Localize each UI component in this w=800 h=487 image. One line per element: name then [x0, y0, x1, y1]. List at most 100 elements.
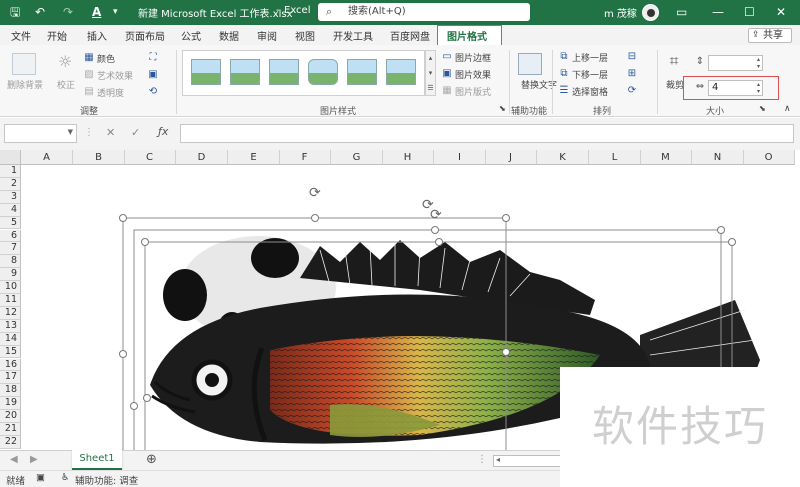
send-backward-button[interactable]: 下移一层 [572, 68, 608, 81]
chevron-down-icon[interactable]: ▼ [68, 128, 73, 136]
rotate-icon[interactable]: ⟳ [626, 85, 638, 97]
selection-pane-button[interactable]: 选择窗格 [572, 85, 608, 98]
resize-handle[interactable] [435, 238, 443, 246]
bring-forward-button[interactable]: 上移一层 [572, 51, 608, 64]
picture-style-6[interactable] [386, 59, 416, 85]
enter-icon[interactable]: ✓ [131, 126, 140, 139]
resize-handle[interactable] [141, 238, 149, 246]
picture-effects-button[interactable]: 图片效果 [455, 68, 491, 81]
row-header[interactable]: 4 [0, 203, 21, 217]
maximize-icon[interactable]: ☐ [744, 3, 755, 21]
align-icon[interactable]: ⊟ [626, 51, 638, 63]
row-header[interactable]: 9 [0, 268, 21, 282]
add-sheet-icon[interactable]: ⊕ [146, 452, 157, 467]
compress-pictures-icon[interactable]: ⛶ [147, 52, 159, 64]
tab-developer[interactable]: 开发工具 [333, 28, 373, 43]
tab-formulas[interactable]: 公式 [181, 28, 201, 43]
resize-handle[interactable] [431, 226, 439, 234]
group-icon[interactable]: ⊞ [626, 68, 638, 80]
collapse-ribbon-icon[interactable]: ∧ [784, 104, 791, 114]
minimize-icon[interactable]: — [712, 3, 724, 21]
ribbon-display-icon[interactable]: ▭ [676, 3, 687, 21]
tab-data[interactable]: 数据 [219, 28, 239, 43]
cancel-icon[interactable]: ✕ [106, 126, 115, 139]
redo-icon[interactable]: ↷ [63, 3, 73, 21]
status-accessibility[interactable]: 辅助功能: 调查 [75, 473, 138, 487]
tab-file[interactable]: 文件 [11, 28, 31, 43]
picture-layout-button[interactable]: 图片版式 [455, 85, 491, 98]
row-header[interactable]: 22 [0, 435, 21, 449]
resize-handle[interactable] [728, 238, 736, 246]
dialog-launcher-icon[interactable]: ⬊ [499, 104, 506, 113]
macro-record-icon[interactable]: ▣ [36, 472, 45, 483]
picture-style-4[interactable] [308, 59, 338, 85]
resize-handle[interactable] [119, 350, 127, 358]
crop-icon[interactable]: ⌗ [668, 53, 680, 69]
picture-style-1[interactable] [191, 59, 221, 85]
row-header[interactable]: 6 [0, 229, 21, 243]
tab-home[interactable]: 开始 [47, 28, 67, 43]
picture-style-5[interactable] [347, 59, 377, 85]
row-header[interactable]: 20 [0, 410, 21, 423]
resize-handle[interactable] [502, 348, 510, 356]
scroll-left-icon[interactable]: ◂ [496, 455, 500, 464]
row-header[interactable]: 5 [0, 216, 21, 230]
row-header[interactable]: 13 [0, 319, 21, 333]
row-header[interactable]: 14 [0, 332, 21, 346]
row-header[interactable]: 1 [0, 165, 21, 178]
accessibility-icon[interactable]: ♿ [61, 472, 70, 483]
rotate-handle-icon[interactable]: ⟳ [309, 186, 321, 200]
save-icon[interactable]: 🖫 [10, 3, 20, 21]
row-header[interactable]: 19 [0, 397, 21, 411]
resize-handle[interactable] [311, 214, 319, 222]
name-box[interactable]: ▼ [4, 124, 77, 143]
tab-insert[interactable]: 插入 [87, 28, 107, 43]
row-header[interactable]: 3 [0, 190, 21, 204]
corrections-button[interactable]: 校正 [57, 78, 75, 91]
row-header[interactable]: 12 [0, 306, 21, 320]
tab-page-layout[interactable]: 页面布局 [125, 28, 165, 43]
reset-picture-icon[interactable]: ⟲ [147, 86, 159, 98]
row-header[interactable]: 21 [0, 423, 21, 436]
sheet-tab-sheet1[interactable]: Sheet1 [72, 450, 122, 470]
font-color-icon[interactable]: A [92, 3, 101, 21]
next-sheet-icon[interactable]: ▶ [30, 454, 38, 465]
row-header[interactable]: 16 [0, 358, 21, 372]
close-icon[interactable]: ✕ [776, 3, 786, 21]
transparency-button[interactable]: 透明度 [97, 86, 124, 99]
formula-input[interactable] [180, 124, 794, 143]
remove-background-button[interactable]: 删除背景 [7, 78, 43, 91]
artistic-effects-button[interactable]: 艺术效果 [97, 69, 133, 82]
insert-function-icon[interactable]: ƒx [158, 125, 168, 138]
tab-view[interactable]: 视图 [295, 28, 315, 43]
spin-arrows-icon[interactable]: ▴ ▾ [757, 56, 760, 70]
dialog-launcher-icon[interactable]: ⬊ [759, 104, 766, 113]
resize-handle[interactable] [717, 226, 725, 234]
row-header[interactable]: 15 [0, 345, 21, 359]
undo-icon[interactable]: ↶ [35, 3, 45, 21]
correct-icon[interactable]: ☼ [58, 54, 72, 70]
color-button[interactable]: 颜色 [97, 52, 115, 65]
picture-style-3[interactable] [269, 59, 299, 85]
change-picture-icon[interactable]: ▣ [147, 69, 159, 81]
share-button[interactable]: ⇪ 共享 [748, 28, 792, 43]
resize-handle[interactable] [143, 394, 151, 402]
row-header[interactable]: 7 [0, 242, 21, 256]
tab-baidu-netdisk[interactable]: 百度网盘 [390, 28, 430, 43]
prev-sheet-icon[interactable]: ◀ [10, 454, 18, 465]
row-header[interactable]: 10 [0, 281, 21, 294]
remove-background-icon[interactable] [12, 53, 36, 75]
row-header[interactable]: 17 [0, 371, 21, 385]
user-name[interactable]: m 茂稼 [604, 5, 637, 20]
resize-handle[interactable] [502, 214, 510, 222]
crop-button[interactable]: 裁剪 [666, 78, 684, 91]
gallery-scroll[interactable]: ▴ ▾ ☰ [425, 50, 436, 96]
shape-height-field[interactable]: ▴ ▾ [708, 55, 763, 71]
customize-qat-icon[interactable]: ▾ [113, 3, 118, 21]
resize-handle[interactable] [130, 402, 138, 410]
alt-text-icon[interactable] [518, 53, 542, 75]
row-header[interactable]: 8 [0, 255, 21, 269]
row-header[interactable]: 18 [0, 384, 21, 398]
tab-picture-format[interactable]: 图片格式 [447, 28, 487, 43]
picture-border-button[interactable]: 图片边框 [455, 51, 491, 64]
